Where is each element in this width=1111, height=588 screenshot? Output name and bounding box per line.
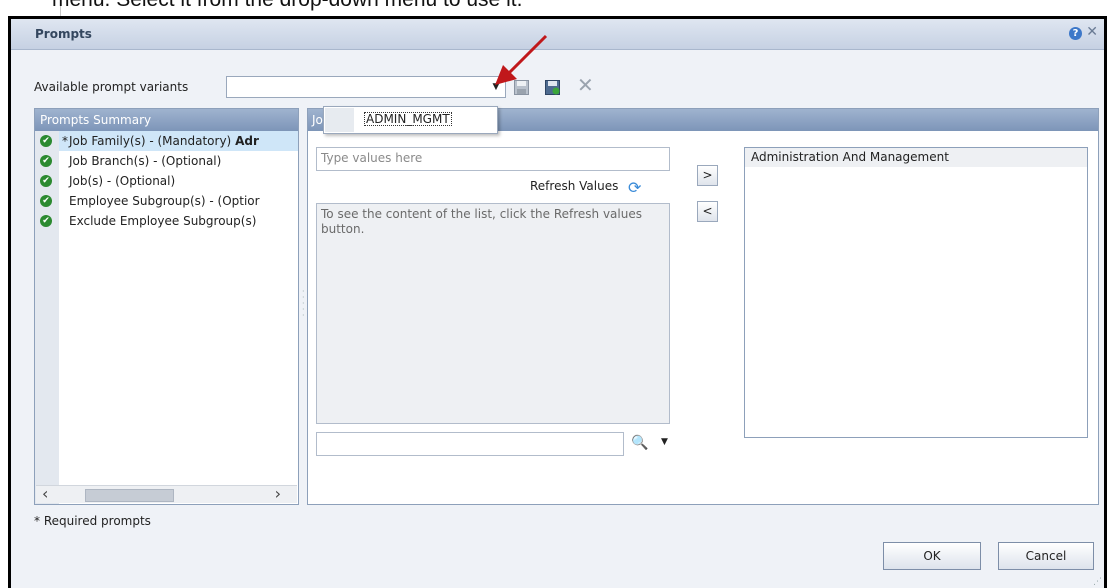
- prompts-summary-header: Prompts Summary: [35, 109, 298, 131]
- list-item[interactable]: Administration And Management: [745, 148, 1087, 167]
- horizontal-scrollbar[interactable]: ‹ ›: [36, 484, 297, 503]
- prompt-label: Exclude Employee Subgroup(s): [69, 214, 257, 228]
- variant-label: Available prompt variants: [34, 80, 189, 94]
- dialog-titlebar: Prompts ? ✕: [11, 19, 1104, 50]
- selected-values-list[interactable]: Administration And Management: [744, 147, 1088, 438]
- prompt-value: Adr: [235, 134, 259, 148]
- variant-dropdown-menu: ADMIN_MGMT: [323, 106, 498, 134]
- scroll-left-icon[interactable]: ‹: [42, 484, 48, 503]
- remove-value-button[interactable]: <: [697, 201, 718, 222]
- prompts-dialog: Prompts ? ✕ Available prompt variants ▼ …: [8, 16, 1107, 588]
- prompt-item-job[interactable]: ✔ Job(s) - (Optional): [35, 171, 298, 191]
- dialog-title: Prompts: [35, 27, 92, 41]
- variant-select[interactable]: ▼: [226, 76, 506, 98]
- check-icon: ✔: [40, 215, 52, 227]
- panel-splitter[interactable]: · · · · ·: [302, 288, 305, 320]
- check-icon: ✔: [40, 175, 52, 187]
- check-icon: ✔: [40, 135, 52, 147]
- required-star: *: [62, 134, 68, 148]
- annotation-arrow-icon: [495, 34, 548, 85]
- help-icon[interactable]: ?: [1069, 27, 1082, 40]
- check-icon: ✔: [40, 195, 52, 207]
- check-icon: ✔: [40, 155, 52, 167]
- prompt-label: Employee Subgroup(s) - (Optior: [69, 194, 260, 208]
- prompts-summary-panel: Prompts Summary ✔ * Job Family(s) - (Man…: [34, 108, 299, 505]
- prompt-item-job-family[interactable]: ✔ * Job Family(s) - (Mandatory) Adr: [35, 131, 298, 151]
- prompt-label: Job Branch(s) - (Optional): [69, 154, 222, 168]
- scroll-right-icon[interactable]: ›: [275, 484, 281, 503]
- chevron-down-icon[interactable]: ▼: [661, 437, 668, 447]
- prompt-item-exclude-employee-subgroup[interactable]: ✔ Exclude Employee Subgroup(s): [35, 211, 298, 231]
- required-prompts-note: * Required prompts: [34, 514, 151, 528]
- document-caption: menu. Select it from the drop-down menu …: [52, 0, 522, 12]
- variant-option-admin-mgmt[interactable]: ADMIN_MGMT: [364, 112, 452, 126]
- search-input[interactable]: [316, 432, 624, 456]
- add-value-button[interactable]: >: [697, 165, 718, 186]
- refresh-icon[interactable]: ⟳: [628, 178, 641, 197]
- scroll-thumb[interactable]: [85, 489, 174, 502]
- ok-button[interactable]: OK: [883, 542, 981, 570]
- prompt-item-employee-subgroup[interactable]: ✔ Employee Subgroup(s) - (Optior: [35, 191, 298, 211]
- available-values-list[interactable]: To see the content of the list, click th…: [316, 203, 670, 424]
- close-icon[interactable]: ✕: [1086, 24, 1098, 40]
- refresh-values-link[interactable]: Refresh Values: [530, 179, 618, 193]
- cancel-button[interactable]: Cancel: [998, 542, 1094, 570]
- resize-grip-icon[interactable]: ⋰: [1093, 577, 1102, 587]
- prompt-label: Job Family(s) - (Mandatory): [69, 134, 232, 148]
- prompt-label: Job(s) - (Optional): [69, 174, 176, 188]
- prompt-item-job-branch[interactable]: ✔ Job Branch(s) - (Optional): [35, 151, 298, 171]
- delete-icon[interactable]: ✕: [577, 74, 594, 96]
- search-icon[interactable]: 🔍: [631, 435, 648, 451]
- type-values-input[interactable]: Type values here: [316, 147, 670, 171]
- prompt-values-panel: Jo Type values here Refresh Values ⟳ To …: [307, 108, 1099, 505]
